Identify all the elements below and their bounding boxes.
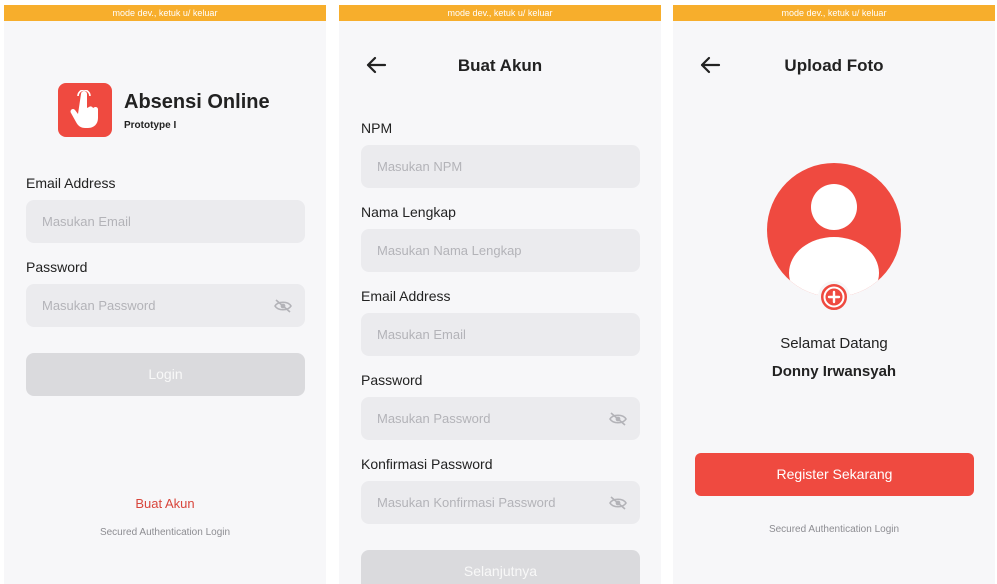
register-screen: mode dev., ketuk u/ keluar Buat Akun NPM… [339,5,661,584]
welcome-text: Selamat Datang [780,335,888,352]
hand-pointer-icon [70,90,98,128]
password-input[interactable] [361,397,640,440]
footer-text: Secured Authentication Login [768,524,900,535]
login-button[interactable]: Login [26,353,305,396]
confirm-password-input[interactable] [361,481,640,524]
email-label: Email Address [361,288,451,304]
app-subtitle: Prototype I [124,120,177,131]
password-input[interactable] [26,284,305,327]
password-label: Password [26,259,88,275]
next-button[interactable]: Selanjutnya [361,550,640,584]
page-title: Upload Foto [784,56,884,75]
name-input[interactable] [361,229,640,272]
email-label: Email Address [26,175,116,191]
page-title: Buat Akun [457,56,543,75]
footer-text: Secured Authentication Login [99,527,231,538]
eye-off-icon[interactable] [274,299,292,313]
npm-input[interactable] [361,145,640,188]
add-photo-button[interactable] [818,281,850,313]
email-input[interactable] [361,313,640,356]
create-account-link[interactable]: Buat Akun [4,496,326,511]
dev-mode-bar[interactable]: mode dev., ketuk u/ keluar [4,5,326,21]
user-name: Donny Irwansyah [771,363,897,380]
npm-label: NPM [361,120,393,136]
app-logo [58,83,112,137]
dev-mode-bar[interactable]: mode dev., ketuk u/ keluar [339,5,661,21]
plus-icon [823,286,845,308]
eye-off-icon[interactable] [609,412,627,426]
login-screen: mode dev., ketuk u/ keluar Absensi Onlin… [4,5,326,584]
name-label: Nama Lengkap [361,204,456,220]
password-label: Password [361,372,423,388]
register-now-button[interactable]: Register Sekarang [695,453,974,496]
user-silhouette-icon [789,184,879,297]
confirm-password-label: Konfirmasi Password [361,456,493,472]
dev-mode-bar[interactable]: mode dev., ketuk u/ keluar [673,5,995,21]
email-input[interactable] [26,200,305,243]
app-title: Absensi Online [124,91,270,113]
eye-off-icon[interactable] [609,496,627,510]
avatar[interactable] [767,163,901,297]
upload-photo-screen: mode dev., ketuk u/ keluar Upload Foto S… [673,5,995,584]
